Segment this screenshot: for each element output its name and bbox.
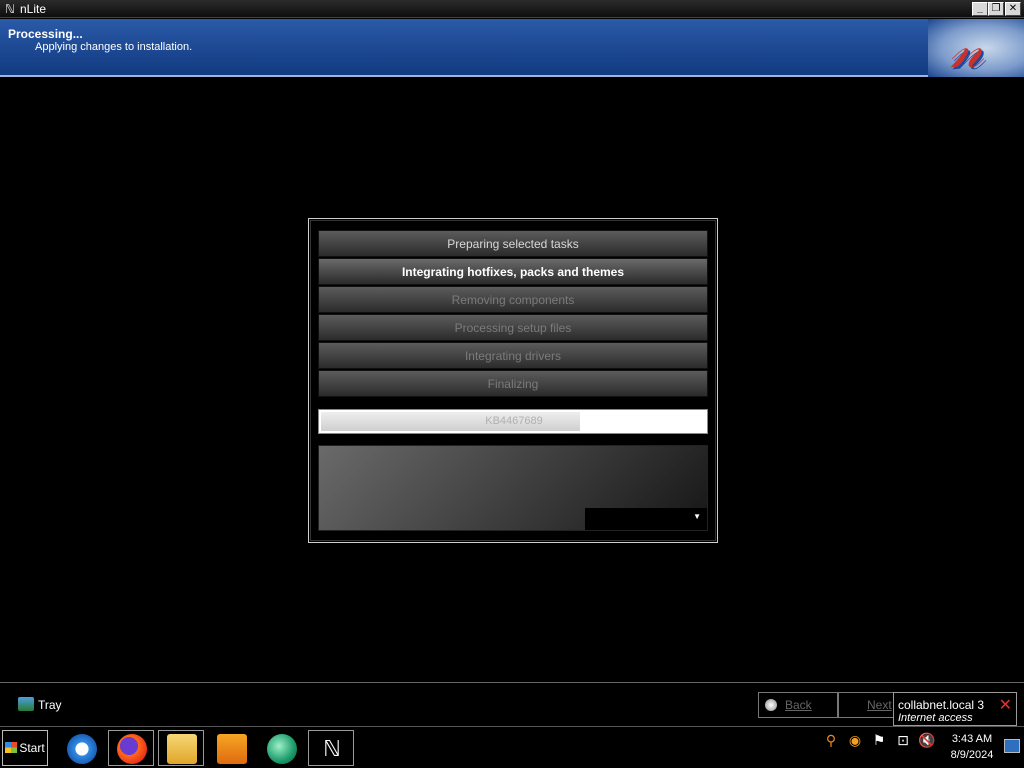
page-title: Processing...: [8, 27, 83, 41]
close-icon[interactable]: ✕: [999, 695, 1012, 715]
taskbar-nlite[interactable]: ℕ: [308, 730, 354, 766]
header-banner: Processing... Applying changes to instal…: [0, 17, 1024, 80]
tray-button[interactable]: Tray: [18, 695, 62, 715]
task-finalizing: Finalizing: [318, 370, 708, 397]
window-titlebar: ℕ nLite _ ❐ ✕: [0, 0, 1024, 18]
start-button[interactable]: Start: [2, 730, 48, 766]
close-button[interactable]: ✕: [1005, 2, 1021, 16]
taskbar-internet-explorer[interactable]: [58, 730, 104, 766]
back-label: Back: [785, 698, 812, 712]
nlite-logo: 𝓃: [928, 17, 1024, 80]
log-dropdown[interactable]: ▼: [585, 508, 707, 530]
progress-label: KB4467689: [485, 415, 543, 427]
clock-date: 8/9/2024: [950, 749, 994, 761]
tray-label: Tray: [38, 698, 62, 712]
task-removing-components: Removing components: [318, 286, 708, 313]
progress-bar: KB4467689: [318, 409, 708, 434]
window-title: nLite: [20, 2, 47, 16]
taskbar-firefox[interactable]: [108, 730, 154, 766]
start-label: Start: [19, 741, 45, 755]
system-clock[interactable]: 3:43 AM 8/9/2024: [944, 731, 1000, 763]
task-integrating-hotfixes: Integrating hotfixes, packs and themes: [318, 258, 708, 285]
back-arrow-icon: [765, 699, 777, 711]
nlite-icon: ℕ: [317, 734, 347, 764]
taskbar-file-explorer[interactable]: [158, 730, 204, 766]
task-processing-setup: Processing setup files: [318, 314, 708, 341]
internet-explorer-icon: [67, 734, 97, 764]
next-label: Next: [867, 698, 892, 712]
chevron-down-icon[interactable]: ▼: [693, 512, 701, 521]
media-player-icon: [217, 734, 247, 764]
back-button[interactable]: Back: [758, 692, 838, 718]
processing-panel: Preparing selected tasks Integrating hot…: [308, 218, 718, 543]
wizard-bottom-bar: Tray Back Next: [0, 682, 1024, 726]
log-area: ▼: [318, 445, 708, 531]
folder-icon: [167, 734, 197, 764]
taskbar: Start ℕ ⚲ ◉ ⚑ ⊡ 🔇 3:43 AM 8/9/2024: [0, 726, 1024, 768]
network-name: collabnet.local 3: [898, 698, 985, 712]
taskbar-browser[interactable]: [258, 730, 304, 766]
taskbar-media-player[interactable]: [208, 730, 254, 766]
clock-time: 3:43 AM: [951, 733, 993, 745]
tray-icon: [18, 697, 34, 711]
volume-muted-icon[interactable]: 🔇: [918, 727, 936, 753]
shield-icon[interactable]: ◉: [846, 727, 864, 753]
firefox-icon: [117, 734, 147, 764]
search-icon[interactable]: ⚲: [822, 727, 840, 753]
task-integrating-drivers: Integrating drivers: [318, 342, 708, 369]
show-desktop-button[interactable]: [1004, 739, 1020, 753]
restore-button[interactable]: ❐: [988, 2, 1004, 16]
minimize-button[interactable]: _: [972, 2, 988, 16]
flag-icon[interactable]: ⚑: [870, 727, 888, 753]
network-status: Internet access: [898, 712, 973, 724]
network-tooltip: collabnet.local 3 Internet access ✕: [893, 692, 1017, 726]
task-preparing: Preparing selected tasks: [318, 230, 708, 257]
page-subtitle: Applying changes to installation.: [35, 41, 193, 53]
globe-icon: [267, 734, 297, 764]
windows-logo-icon: [5, 742, 18, 753]
network-icon[interactable]: ⊡: [894, 727, 912, 753]
nlite-app-icon: ℕ: [4, 2, 16, 16]
